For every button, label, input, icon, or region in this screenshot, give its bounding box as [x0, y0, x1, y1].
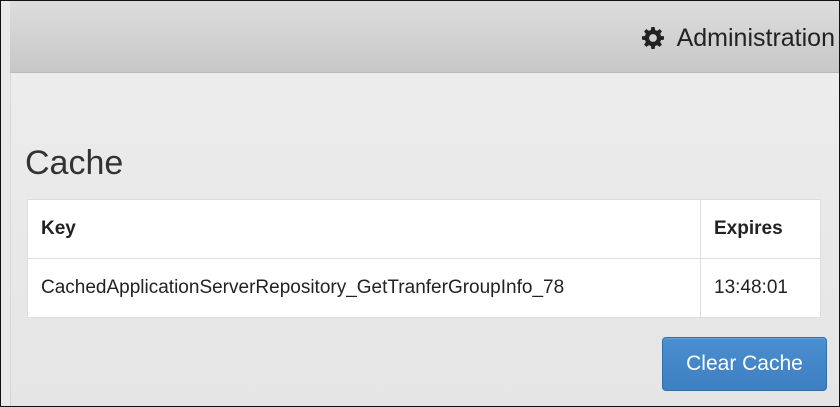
table-header-row: Key Expires: [27, 199, 821, 259]
cache-table: Key Expires CachedApplicationServerRepos…: [27, 199, 821, 318]
administration-label: Administration: [676, 24, 835, 52]
main-content: Cache Key Expires CachedApplicationServe…: [10, 73, 839, 406]
key-column-header: Key: [27, 199, 701, 259]
table-row: CachedApplicationServerRepository_GetTra…: [27, 258, 821, 318]
gear-icon: [641, 27, 664, 49]
cache-expires-cell: 13:48:01: [700, 258, 821, 318]
expires-column-header: Expires: [700, 199, 821, 259]
page-title: Cache: [25, 144, 124, 182]
top-header: Administration: [10, 1, 839, 73]
cache-key-cell: CachedApplicationServerRepository_GetTra…: [27, 258, 701, 318]
clear-cache-button[interactable]: Clear Cache: [662, 337, 827, 391]
application-frame: Administration Cache Key Expires CachedA…: [0, 0, 840, 407]
administration-link[interactable]: Administration: [641, 23, 835, 53]
